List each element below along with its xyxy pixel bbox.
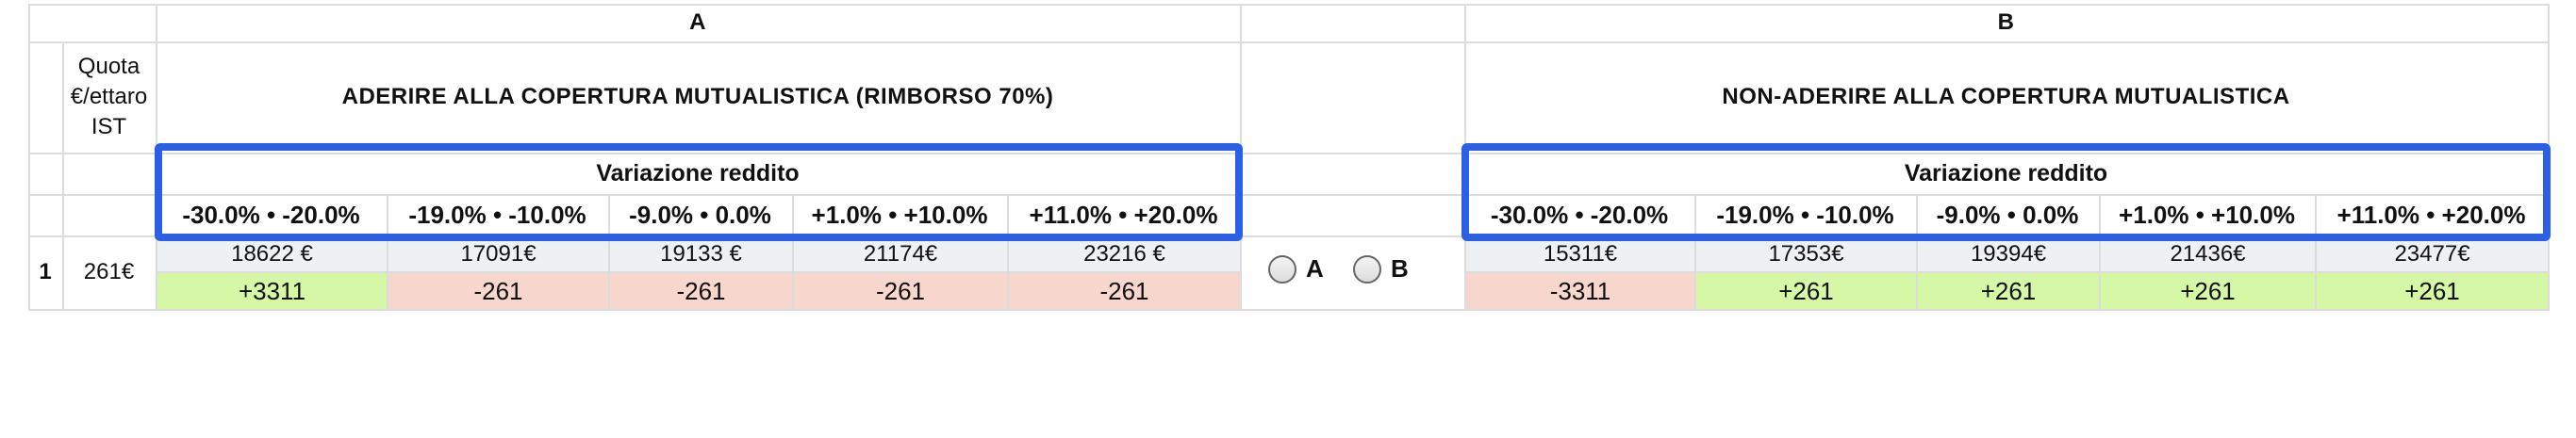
option-b-title: NON-ADERIRE ALLA COPERTURA MUTUALISTICA	[1722, 84, 2290, 109]
option-a-value: 23216 €	[1009, 237, 1240, 271]
option-b-value: 19394€	[1918, 237, 2099, 271]
radio-label-a: A	[1306, 254, 1324, 283]
option-b-delta: -3311	[1466, 273, 1694, 309]
option-b-value: 17353€	[1696, 237, 1916, 271]
group-header-b: B	[1997, 9, 2015, 35]
option-b-delta: +261	[1918, 273, 2099, 309]
quota-header-line: Quota	[77, 54, 140, 79]
option-b-value: 23477€	[2317, 237, 2548, 271]
radio-button-b[interactable]	[1353, 254, 1381, 284]
option-a-title: ADERIRE ALLA COPERTURA MUTUALISTICA (RIM…	[341, 84, 1054, 109]
radio-label-b: B	[1391, 254, 1409, 283]
option-a-delta: -261	[610, 273, 792, 309]
option-a-delta: -261	[1009, 273, 1240, 309]
option-a-value: 19133 €	[610, 237, 792, 271]
option-b-delta: +261	[2101, 273, 2315, 309]
row-quota: 261€	[83, 259, 135, 284]
option-b-value: 15311€	[1466, 237, 1694, 271]
radio-option-a[interactable]: A	[1268, 254, 1324, 284]
quota-header-line: IST	[91, 114, 127, 139]
quota-header: Quota €/ettaro IST	[62, 41, 156, 153]
highlight-box-b	[1461, 143, 2551, 241]
grid-line	[28, 309, 2548, 311]
option-a-delta: +3311	[157, 273, 387, 309]
option-a-value: 21174€	[794, 237, 1007, 271]
option-b-delta: +261	[2317, 273, 2548, 309]
row-number: 1	[39, 259, 52, 284]
option-a-delta: -261	[388, 273, 608, 309]
radio-button-a[interactable]	[1268, 254, 1296, 284]
option-a-value: 18622 €	[157, 237, 387, 271]
group-header-a: A	[689, 9, 706, 35]
option-b-delta: +261	[1696, 273, 1916, 309]
option-b-value: 21436€	[2101, 237, 2315, 271]
radio-option-b[interactable]: B	[1353, 254, 1409, 284]
option-a-value: 17091€	[388, 237, 608, 271]
option-a-delta: -261	[794, 273, 1007, 309]
quota-header-line: €/ettaro	[70, 84, 148, 109]
highlight-box-a	[155, 143, 1243, 241]
